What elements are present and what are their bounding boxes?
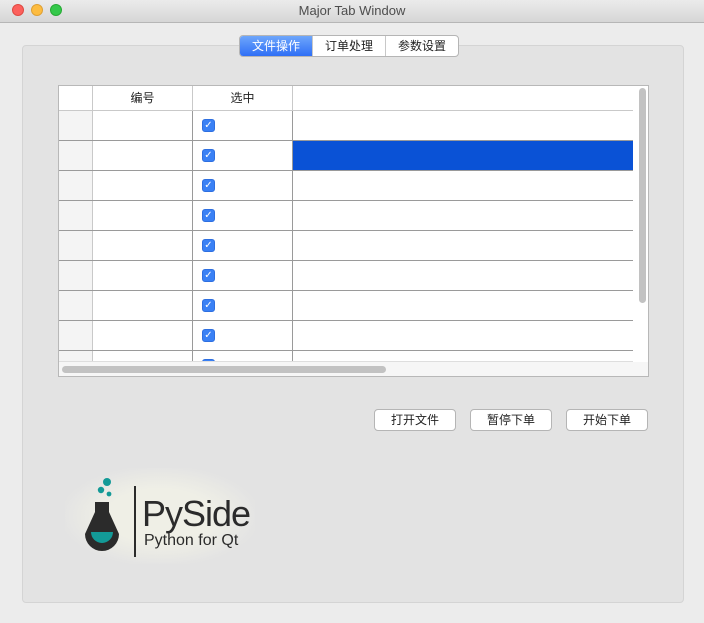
table-row[interactable]: ✓ (59, 291, 633, 321)
selected-cell: ✓ (193, 171, 293, 200)
table-row[interactable]: ✓ (59, 201, 633, 231)
selected-cell: ✓ (193, 261, 293, 290)
selected-cell: ✓ (193, 111, 293, 140)
selected-cell: ✓ (193, 231, 293, 260)
row-header[interactable] (59, 291, 93, 320)
row-checkbox[interactable]: ✓ (202, 239, 215, 252)
empty-cell[interactable] (293, 171, 633, 200)
column-header-selected[interactable]: 选中 (193, 86, 293, 110)
row-header[interactable] (59, 231, 93, 260)
empty-cell[interactable] (293, 111, 633, 140)
number-cell[interactable] (93, 141, 193, 170)
row-header[interactable] (59, 261, 93, 290)
title-bar: Major Tab Window (0, 0, 704, 23)
logo-tagline: Python for Qt (144, 532, 239, 549)
number-cell[interactable] (93, 291, 193, 320)
row-header[interactable] (59, 321, 93, 350)
empty-cell[interactable] (293, 321, 633, 350)
empty-cell[interactable] (293, 291, 633, 320)
horizontal-scrollbar[interactable] (62, 366, 386, 373)
selected-cell: ✓ (193, 321, 293, 350)
table-row[interactable]: ✓ (59, 231, 633, 261)
row-checkbox[interactable]: ✓ (202, 179, 215, 192)
table-header: 编号 选中 (59, 86, 633, 111)
horizontal-scrollbar-track (59, 361, 633, 376)
table-row[interactable]: ✓ (59, 111, 633, 141)
window-title: Major Tab Window (298, 3, 406, 18)
row-header[interactable] (59, 141, 93, 170)
selected-cell: ✓ (193, 141, 293, 170)
empty-cell[interactable] (293, 201, 633, 230)
start-order-button[interactable]: 开始下单 (566, 409, 648, 431)
row-header-corner (59, 86, 93, 110)
table-row[interactable]: ✓ (59, 321, 633, 351)
column-header-empty (293, 86, 633, 110)
row-checkbox[interactable]: ✓ (202, 299, 215, 312)
row-header[interactable] (59, 201, 93, 230)
row-checkbox[interactable]: ✓ (202, 209, 215, 222)
logo-name: PySide (142, 493, 251, 534)
number-cell[interactable] (93, 201, 193, 230)
scroll-corner (633, 362, 648, 376)
table-row[interactable]: ✓ (59, 141, 633, 171)
table-row[interactable]: ✓ (59, 171, 633, 201)
pyside-logo: PySide Python for Qt (65, 468, 255, 564)
row-header[interactable] (59, 171, 93, 200)
logo-divider (134, 486, 136, 557)
selected-cell-highlight[interactable] (293, 141, 633, 170)
row-checkbox[interactable]: ✓ (202, 329, 215, 342)
number-cell[interactable] (93, 111, 193, 140)
tab-parameter-settings[interactable]: 参数设置 (386, 36, 458, 56)
row-checkbox[interactable]: ✓ (202, 149, 215, 162)
row-checkbox[interactable]: ✓ (202, 269, 215, 282)
tab-file-operations[interactable]: 文件操作 (240, 36, 314, 56)
tab-bar: 文件操作 订单处理 参数设置 (239, 35, 460, 57)
selected-cell: ✓ (193, 201, 293, 230)
orders-table[interactable]: 编号 选中 ✓✓✓✓✓✓✓✓✓ (58, 85, 649, 377)
table-row[interactable]: ✓ (59, 261, 633, 291)
number-cell[interactable] (93, 171, 193, 200)
column-header-number[interactable]: 编号 (93, 86, 193, 110)
number-cell[interactable] (93, 231, 193, 260)
selected-cell: ✓ (193, 291, 293, 320)
number-cell[interactable] (93, 261, 193, 290)
number-cell[interactable] (93, 321, 193, 350)
open-file-button[interactable]: 打开文件 (374, 409, 456, 431)
empty-cell[interactable] (293, 231, 633, 260)
row-checkbox[interactable]: ✓ (202, 119, 215, 132)
empty-cell[interactable] (293, 261, 633, 290)
vertical-scrollbar[interactable] (639, 88, 646, 303)
row-header[interactable] (59, 111, 93, 140)
tab-order-processing[interactable]: 订单处理 (313, 36, 387, 56)
pause-order-button[interactable]: 暂停下单 (470, 409, 552, 431)
flask-icon (85, 478, 119, 551)
